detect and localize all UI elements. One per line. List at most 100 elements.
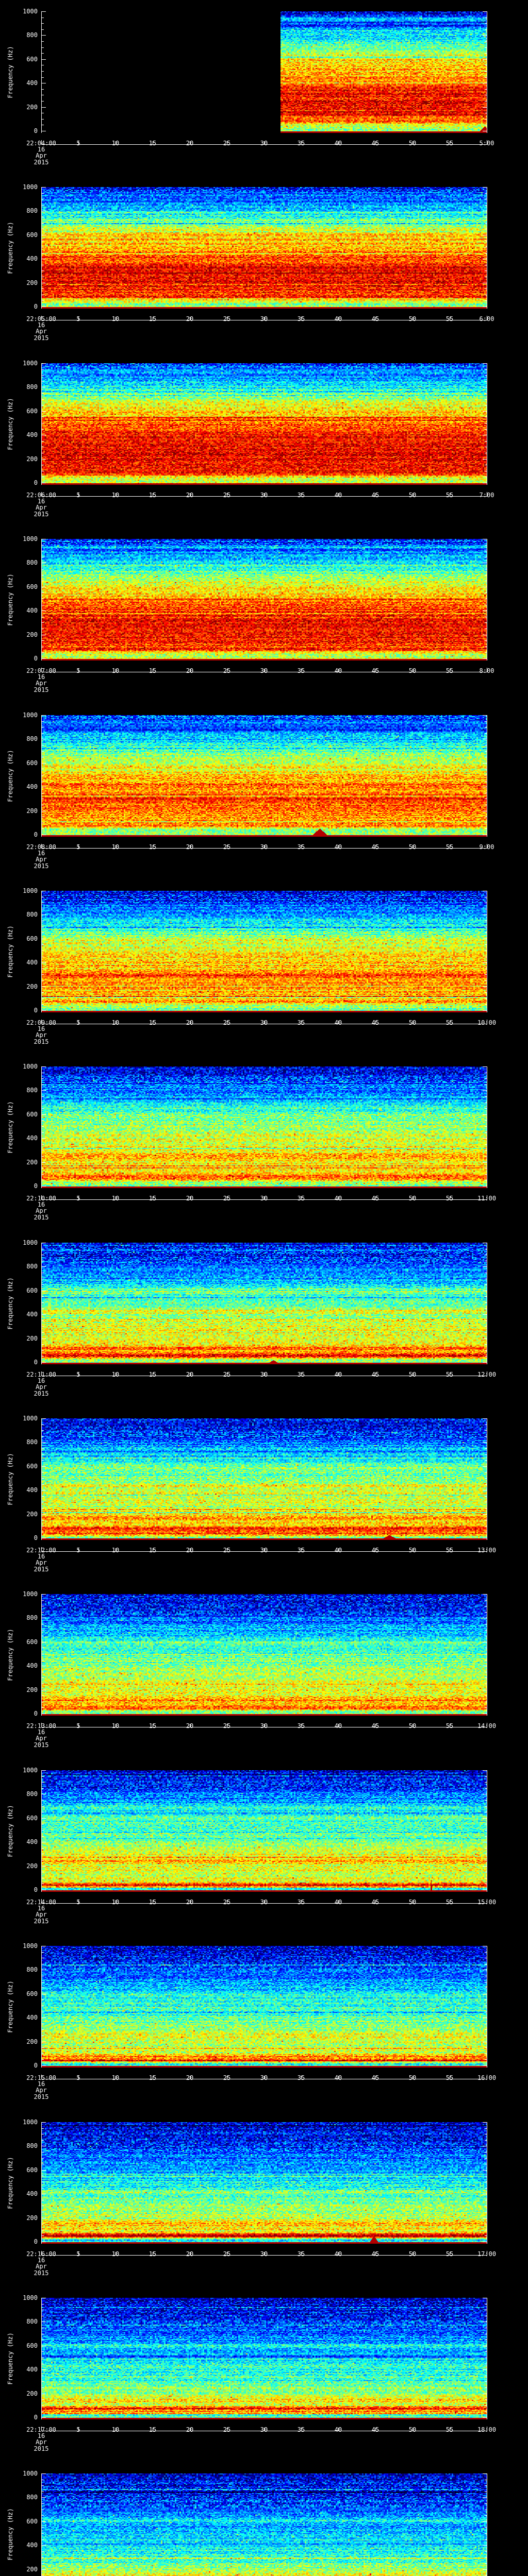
y-tick-left [42, 2399, 44, 2400]
y-tick-right [483, 1514, 487, 1515]
x-tick-label: 25 [223, 667, 231, 674]
y-tick-left [42, 1448, 44, 1449]
y-tick-right [483, 1362, 487, 1363]
x-tick-label: 25 [223, 1722, 231, 1730]
y-tick-right [485, 733, 487, 734]
y-tick-right [485, 429, 487, 430]
y-tick-label: 1000 [23, 887, 38, 894]
y-tick-label: 600 [26, 231, 38, 239]
spectrogram-canvas [42, 2298, 487, 2419]
y-tick-right [483, 1466, 487, 1467]
y-tick-left [42, 2059, 44, 2060]
y-tick-right [483, 1066, 487, 1067]
x-end-time-label: 13:00 [477, 1547, 497, 1554]
y-tick-left [42, 1332, 44, 1333]
y-tick-right [485, 1108, 487, 1109]
y-tick-left [42, 2473, 46, 2474]
spectrogram-panel-10: 0 200 400 600 800 1000 Frequency (Hz) 5 10 15 20 25… [0, 1583, 528, 1759]
x-tick-label: 25 [223, 140, 231, 147]
x-tick-label: 40 [334, 1722, 342, 1730]
y-tick-right [485, 41, 487, 42]
y-tick-left [42, 1508, 44, 1509]
x-tick-label: 50 [408, 667, 417, 674]
y-tick-label: 0 [34, 1710, 38, 1717]
y-axis-title: Frequency (Hz) [7, 1101, 14, 1154]
y-tick-label: 200 [26, 1862, 38, 1870]
y-tick-left [42, 77, 44, 78]
y-tick-left [42, 1156, 44, 1157]
x-tick-label: 50 [408, 2426, 417, 2433]
spectrogram-panel-1: 0 200 400 600 800 1000 Frequency (Hz) 5 10 15 20 25… [0, 0, 528, 176]
y-axis-title: Frequency (Hz) [7, 1277, 14, 1330]
y-tick-right [485, 1132, 487, 1133]
x-tick-label: 50 [408, 492, 417, 499]
y-tick-left [42, 205, 44, 206]
y-tick-right [485, 399, 487, 400]
y-tick-right [485, 2029, 487, 2030]
y-tick-left [42, 1004, 44, 1005]
y-tick-left [42, 1430, 44, 1431]
spectrogram-panel-12: 0 200 400 600 800 1000 Frequency (Hz) 5 10 15 20 25… [0, 1935, 528, 2111]
y-tick-left [42, 1707, 44, 1708]
y-tick-label: 800 [26, 31, 38, 39]
x-start-date-label: 16 Apr 2015 [34, 1905, 49, 1925]
y-tick-right [485, 2411, 487, 2412]
y-tick-label: 600 [26, 583, 38, 590]
y-tick-left [42, 1344, 44, 1345]
y-tick-right [485, 270, 487, 271]
y-tick-right [483, 1418, 487, 1419]
y-tick-right [485, 1320, 487, 1321]
x-tick-label: 40 [334, 492, 342, 499]
y-tick-left [42, 1454, 44, 1455]
x-tick-label: 55 [446, 1722, 454, 1730]
spectrogram-panel-7: 0 200 400 600 800 1000 Frequency (Hz) 5 10 15 20 25… [0, 1055, 528, 1231]
y-tick-left [42, 1600, 44, 1601]
y-tick-right [485, 2399, 487, 2400]
y-tick-left [42, 2321, 46, 2322]
y-tick-left [42, 89, 44, 90]
y-tick-right [483, 411, 487, 412]
x-tick-label: 45 [371, 1371, 380, 1378]
y-tick-right [483, 2321, 487, 2322]
y-tick-label: 400 [26, 1311, 38, 1318]
x-tick-label: 10 [111, 1547, 120, 1554]
y-tick-label: 200 [26, 631, 38, 638]
y-tick-left [42, 1818, 46, 1819]
x-tick-label: 25 [223, 2250, 231, 2258]
x-tick-label: 15 [148, 492, 157, 499]
y-tick-right [483, 914, 487, 915]
y-tick-right [483, 59, 487, 60]
x-tick-label: 45 [371, 315, 380, 323]
y-tick-right [485, 2515, 487, 2516]
y-tick-left [42, 35, 46, 36]
y-tick-label: 800 [26, 2318, 38, 2325]
y-tick-label: 800 [26, 1790, 38, 1798]
y-tick-label: 1000 [23, 1063, 38, 1070]
y-tick-left [42, 1514, 46, 1515]
y-tick-right [485, 2381, 487, 2382]
x-tick-label: 5 [76, 140, 80, 147]
y-tick-left [42, 962, 46, 963]
x-tick-label: 20 [186, 2426, 194, 2433]
y-tick-right [485, 1144, 487, 1145]
y-tick-left [42, 23, 44, 24]
y-tick-label: 0 [34, 1007, 38, 1014]
x-start-date-label: 16 Apr 2015 [34, 2080, 49, 2100]
x-tick-label: 40 [334, 2074, 342, 2081]
x-tick-label: 5 [76, 2074, 80, 2081]
y-tick-right [485, 2485, 487, 2486]
x-tick-label: 35 [297, 2074, 305, 2081]
y-tick-right [485, 1084, 487, 1085]
x-tick-label: 50 [408, 2250, 417, 2258]
x-tick-label: 40 [334, 1195, 342, 1202]
y-axis-left [41, 2473, 42, 2576]
x-tick-label: 5 [76, 315, 80, 323]
y-tick-right [483, 2521, 487, 2522]
x-tick-label: 30 [260, 1547, 268, 1554]
y-tick-left [42, 2188, 44, 2189]
y-tick-left [42, 592, 44, 593]
y-tick-right [485, 1174, 487, 1175]
y-tick-right [485, 2152, 487, 2153]
y-tick-label: 400 [26, 1838, 38, 1845]
y-tick-label: 200 [26, 1686, 38, 1693]
